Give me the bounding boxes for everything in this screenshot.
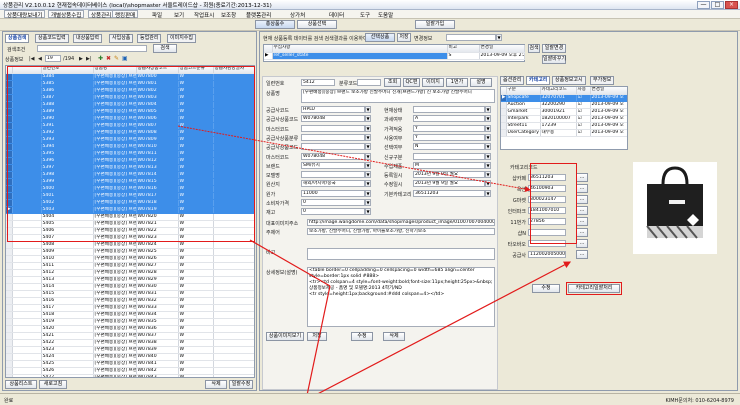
annotation-line-2 — [249, 239, 331, 287]
status-text: 완료 — [4, 398, 14, 404]
annotation-arrow-4 — [305, 261, 572, 401]
status-bar: 완료 KIMH문의처: 010-6204-8979 — [0, 393, 740, 405]
annotation-line-3 — [305, 285, 331, 401]
annotation-arrow-1 — [177, 125, 531, 193]
annotation-arrows — [177, 125, 572, 401]
contact-text: KIMH문의처: 010-6204-8979 — [665, 398, 734, 404]
